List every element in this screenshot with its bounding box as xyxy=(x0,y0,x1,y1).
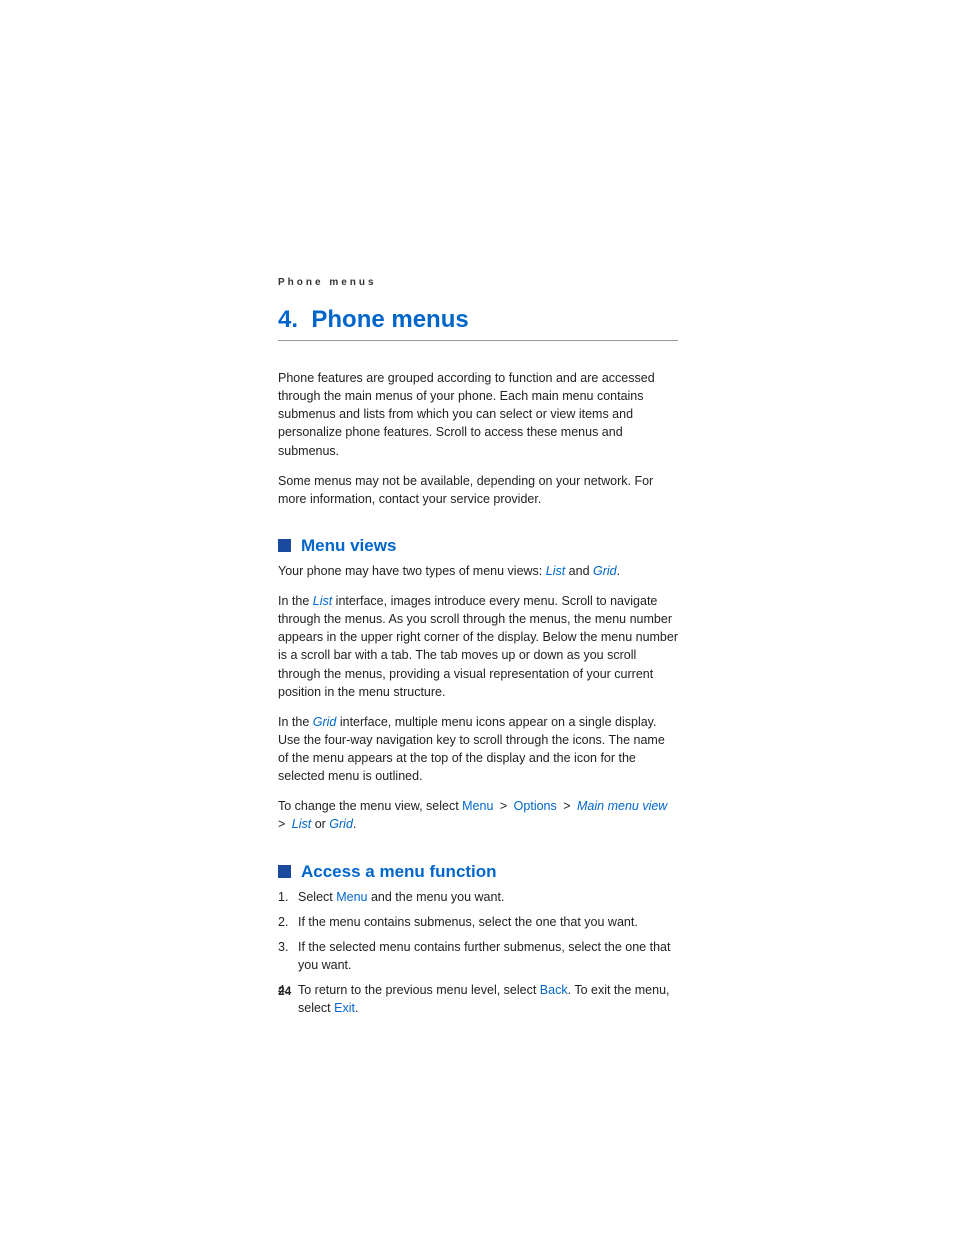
link-list[interactable]: List xyxy=(292,817,311,831)
link-grid[interactable]: Grid xyxy=(593,564,617,578)
list-item: If the menu contains submenus, select th… xyxy=(278,913,678,931)
link-menu[interactable]: Menu xyxy=(336,890,367,904)
ordered-list-access: Select Menu and the menu you want. If th… xyxy=(278,888,678,1018)
text: . xyxy=(353,817,356,831)
menu-views-p4: To change the menu view, select Menu > O… xyxy=(278,797,678,833)
page-content: Phone menus 4. Phone menus Phone feature… xyxy=(278,277,678,1024)
link-exit[interactable]: Exit xyxy=(334,1001,355,1015)
text: and the menu you want. xyxy=(368,890,505,904)
running-head: Phone menus xyxy=(278,277,678,288)
text: . xyxy=(355,1001,358,1015)
page-number: 24 xyxy=(278,984,291,998)
link-list[interactable]: List xyxy=(546,564,565,578)
link-grid[interactable]: Grid xyxy=(329,817,353,831)
section-title-menu-views: Menu views xyxy=(301,536,396,556)
text: To change the menu view, select xyxy=(278,799,462,813)
text: interface, multiple menu icons appear on… xyxy=(278,715,665,783)
text: and xyxy=(565,564,593,578)
text: . xyxy=(617,564,620,578)
link-back[interactable]: Back xyxy=(540,983,568,997)
intro-paragraph-2: Some menus may not be available, dependi… xyxy=(278,472,678,508)
menu-views-p2: In the List interface, images introduce … xyxy=(278,592,678,701)
text: or xyxy=(311,817,329,831)
separator: > xyxy=(496,799,510,813)
text: Your phone may have two types of menu vi… xyxy=(278,564,546,578)
text: In the xyxy=(278,715,313,729)
menu-views-p1: Your phone may have two types of menu vi… xyxy=(278,562,678,580)
section-head-menu-views: Menu views xyxy=(278,536,678,556)
section-title-access: Access a menu function xyxy=(301,862,497,882)
list-item: Select Menu and the menu you want. xyxy=(278,888,678,906)
chapter-title: 4. Phone menus xyxy=(278,306,678,341)
text: Select xyxy=(298,890,336,904)
intro-paragraph-1: Phone features are grouped according to … xyxy=(278,369,678,460)
link-main-menu-view[interactable]: Main menu view xyxy=(577,799,667,813)
separator: > xyxy=(560,799,574,813)
square-bullet-icon xyxy=(278,539,291,552)
text: interface, images introduce every menu. … xyxy=(278,594,678,699)
separator: > xyxy=(278,817,289,831)
link-menu[interactable]: Menu xyxy=(462,799,493,813)
text: To return to the previous menu level, se… xyxy=(298,983,540,997)
section-head-access: Access a menu function xyxy=(278,862,678,882)
list-item: If the selected menu contains further su… xyxy=(278,938,678,974)
list-item: To return to the previous menu level, se… xyxy=(278,981,678,1017)
link-list[interactable]: List xyxy=(313,594,332,608)
square-bullet-icon xyxy=(278,865,291,878)
text: In the xyxy=(278,594,313,608)
chapter-number: 4. xyxy=(278,306,298,333)
link-options[interactable]: Options xyxy=(514,799,557,813)
menu-views-p3: In the Grid interface, multiple menu ico… xyxy=(278,713,678,786)
chapter-name: Phone menus xyxy=(311,306,468,333)
link-grid[interactable]: Grid xyxy=(313,715,337,729)
